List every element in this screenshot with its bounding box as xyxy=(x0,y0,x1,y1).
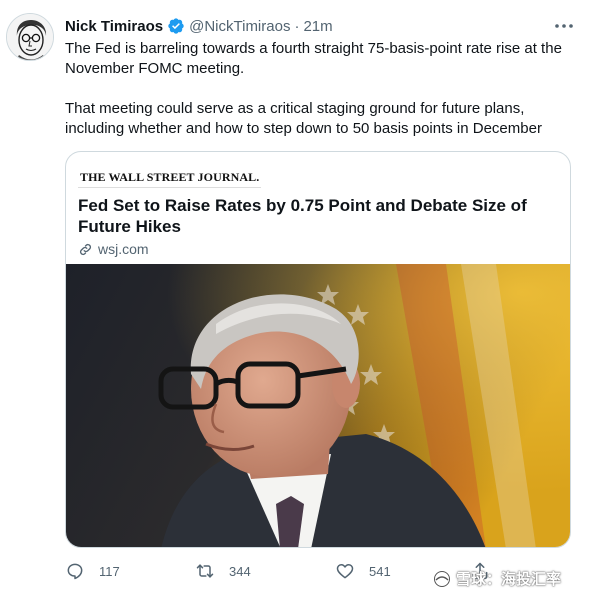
watermark-text: 雪球：海投汇率 xyxy=(456,571,562,588)
handle[interactable]: @NickTimiraos xyxy=(189,18,290,35)
card-header: THE WALL STREET JOURNAL. Fed Set to Rais… xyxy=(66,152,570,264)
more-icon[interactable] xyxy=(553,16,575,36)
verified-badge-icon xyxy=(168,18,184,34)
tweet-paragraph: That meeting could serve as a critical s… xyxy=(65,100,542,137)
reply-button[interactable]: 117 xyxy=(65,560,120,582)
avatar-sketch xyxy=(7,14,53,60)
like-icon xyxy=(336,564,354,579)
snowball-logo-icon xyxy=(434,570,450,587)
publisher-logo: THE WALL STREET JOURNAL. xyxy=(78,169,262,188)
tweet: Nick Timiraos @NickTimiraos · 21m The Fe… xyxy=(0,0,597,598)
watermark: 雪球：海投汇率 xyxy=(432,568,561,589)
display-name[interactable]: Nick Timiraos xyxy=(65,18,163,35)
avatar[interactable] xyxy=(6,13,54,61)
timestamp[interactable]: 21m xyxy=(303,18,332,35)
link-card[interactable]: THE WALL STREET JOURNAL. Fed Set to Rais… xyxy=(65,151,571,548)
reply-icon xyxy=(67,563,83,580)
link-icon xyxy=(79,243,92,255)
reply-count: 117 xyxy=(99,563,120,579)
retweet-count: 344 xyxy=(229,563,251,579)
article-photo xyxy=(66,264,570,547)
like-button[interactable]: 541 xyxy=(335,560,391,582)
tweet-header: Nick Timiraos @NickTimiraos · 21m xyxy=(65,15,333,37)
card-image[interactable] xyxy=(66,264,570,547)
like-count: 541 xyxy=(369,563,391,579)
card-title[interactable]: Fed Set to Raise Rates by 0.75 Point and… xyxy=(78,195,558,237)
retweet-button[interactable]: 344 xyxy=(195,560,251,582)
card-domain[interactable]: wsj.com xyxy=(78,241,558,257)
tweet-paragraph: The Fed is barreling towards a fourth st… xyxy=(65,40,562,77)
separator-dot: · xyxy=(294,17,300,35)
card-domain-text: wsj.com xyxy=(98,241,149,257)
retweet-icon xyxy=(196,564,214,578)
tweet-text: The Fed is barreling towards a fourth st… xyxy=(65,39,585,139)
